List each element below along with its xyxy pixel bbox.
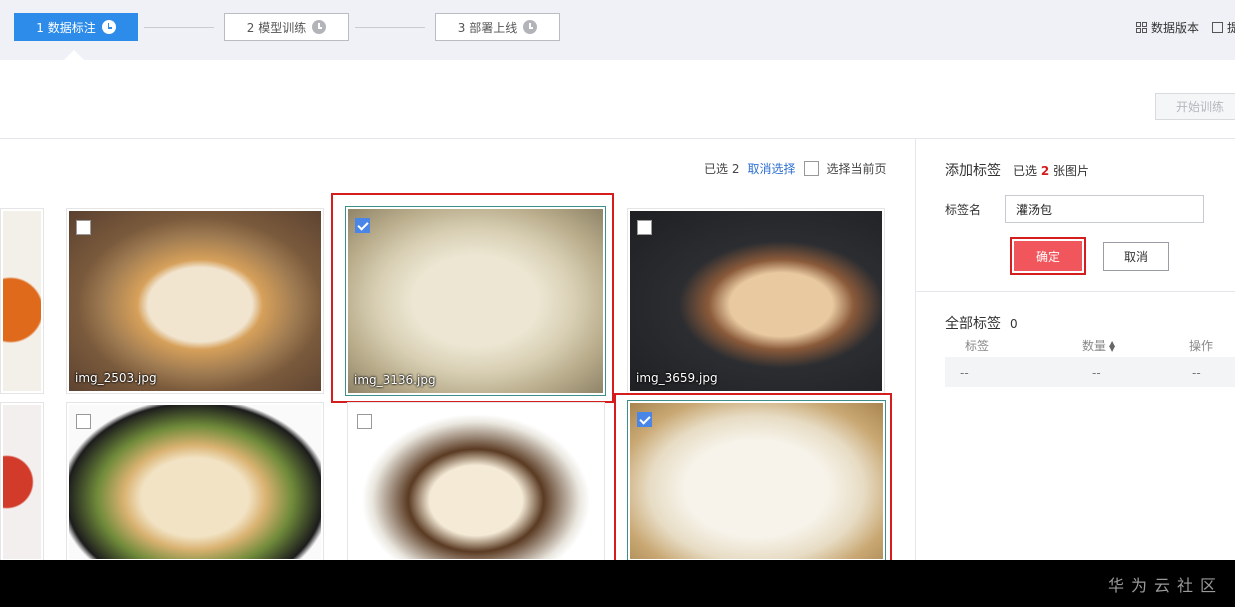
selected-count-text: 已选 2 (704, 162, 740, 176)
step-data-annotation[interactable]: 1 数据标注 (14, 13, 138, 41)
image-card-partial[interactable] (0, 402, 44, 562)
image-checkbox[interactable] (76, 414, 91, 429)
image-card[interactable] (347, 402, 605, 562)
selection-info: 已选 2 取消选择 选择当前页 (704, 160, 887, 177)
clock-icon (523, 20, 538, 34)
divider (916, 291, 1235, 292)
divider (0, 138, 1235, 139)
column-header-count[interactable]: 数量 ▲ ▼ (1082, 337, 1115, 354)
add-label-title: 添加标签 (945, 163, 1001, 179)
image-checkbox[interactable] (637, 412, 652, 427)
start-training-button[interactable]: 开始训练 (1155, 93, 1235, 120)
image-thumbnail (3, 211, 41, 391)
image-checkbox[interactable] (355, 218, 370, 233)
image-thumbnail (69, 405, 321, 559)
image-card-partial[interactable] (0, 208, 44, 394)
table-cell: -- (960, 366, 969, 380)
image-checkbox[interactable] (637, 220, 652, 235)
grid-icon (1136, 22, 1147, 33)
panel-divider (915, 139, 916, 560)
image-card-selected[interactable] (627, 400, 886, 562)
image-thumbnail (630, 403, 883, 559)
clock-icon (312, 20, 327, 34)
image-thumbnail (350, 405, 602, 559)
image-card[interactable] (66, 402, 324, 562)
step-model-training[interactable]: 2 模型训练 (224, 13, 349, 41)
edit-icon (1212, 22, 1223, 33)
table-cell: -- (1092, 366, 1101, 380)
image-checkbox[interactable] (357, 414, 372, 429)
label-name-caption: 标签名 (945, 203, 982, 217)
image-filename: img_3136.jpg (354, 373, 436, 387)
image-filename: img_2503.jpg (75, 371, 157, 385)
image-checkbox[interactable] (76, 220, 91, 235)
step-label: 2 模型训练 (246, 20, 307, 35)
confirm-button[interactable]: 确定 (1014, 241, 1082, 271)
image-thumbnail (348, 209, 603, 393)
all-labels-count: 0 (1010, 317, 1018, 331)
sort-icon: ▲ ▼ (1109, 338, 1116, 353)
image-card-selected[interactable]: img_3136.jpg (345, 206, 606, 396)
step-label: 1 数据标注 (36, 20, 96, 35)
image-thumbnail (3, 405, 41, 559)
select-current-page-label: 选择当前页 (826, 162, 887, 176)
watermark: 华为云社区 (1107, 576, 1223, 595)
step-connector (355, 27, 425, 28)
data-version-link[interactable]: 数据版本 (1136, 19, 1199, 36)
table-cell: -- (1192, 366, 1201, 380)
steps-header (0, 0, 1235, 60)
image-thumbnail (630, 211, 882, 391)
select-current-page-checkbox[interactable] (803, 161, 819, 176)
footer-bar (0, 560, 1235, 607)
all-labels-title: 全部标签 (945, 316, 1001, 332)
cancel-selection-link[interactable]: 取消选择 (747, 160, 795, 177)
add-label-header: 添加标签 已选 2 张图片 (945, 160, 1089, 180)
edit-label: 提 (1227, 21, 1235, 35)
data-version-label: 数据版本 (1151, 21, 1200, 35)
all-labels-header: 全部标签 0 (945, 313, 1018, 333)
image-card[interactable]: img_3659.jpg (627, 208, 885, 394)
column-header-label: 标签 (965, 339, 990, 353)
clock-icon (101, 20, 116, 34)
cancel-button[interactable]: 取消 (1103, 242, 1169, 271)
label-name-input[interactable]: 灌汤包 (1005, 195, 1204, 223)
image-card[interactable]: img_2503.jpg (66, 208, 324, 394)
column-header-actions: 操作 (1189, 339, 1214, 353)
image-thumbnail (69, 211, 321, 391)
step-label: 3 部署上线 (457, 20, 518, 35)
selected-images-count: 已选 2 张图片 (1013, 164, 1090, 178)
edit-link[interactable]: 提 (1212, 19, 1235, 36)
step-connector (144, 27, 214, 28)
step-deploy[interactable]: 3 部署上线 (435, 13, 560, 41)
image-filename: img_3659.jpg (636, 371, 718, 385)
active-step-pointer (64, 50, 84, 60)
